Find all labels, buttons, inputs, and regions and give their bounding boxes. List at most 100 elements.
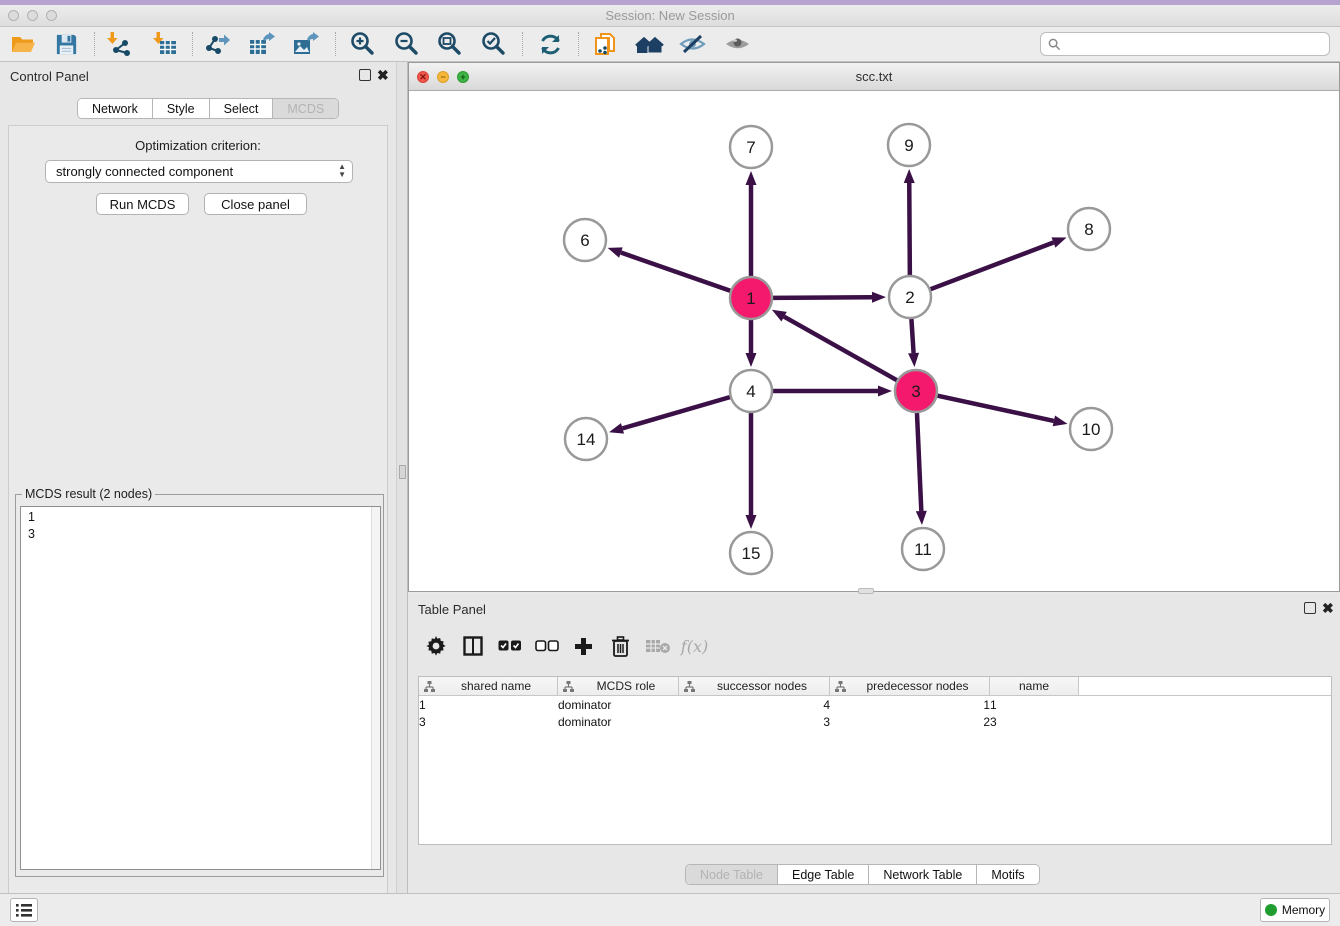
table-cell[interactable]: 4 [679, 696, 830, 713]
graph-edge-arrow [916, 511, 927, 525]
table-cell[interactable]: 3 [990, 713, 1079, 730]
tab-network[interactable]: Network [78, 99, 153, 118]
table-cell[interactable]: dominator [558, 696, 679, 713]
graph-edge-3-10[interactable] [937, 396, 1053, 421]
splitter-grip[interactable] [399, 465, 406, 479]
column-header-MCDS-role[interactable]: MCDS role [558, 677, 679, 695]
close-window-button[interactable] [8, 10, 19, 21]
graph-node-2[interactable]: 2 [889, 276, 931, 318]
tab-motifs[interactable]: Motifs [977, 865, 1038, 884]
deselect-all-checkboxes-icon[interactable] [528, 630, 565, 662]
export-network-icon[interactable] [201, 29, 235, 59]
graph-edge-3-1[interactable] [784, 317, 897, 381]
optimization-criterion-select[interactable]: strongly connected component ▲▼ [45, 160, 353, 183]
table-cell[interactable]: 1 [419, 696, 558, 713]
toolbar-separator [578, 32, 579, 56]
save-session-icon[interactable] [49, 29, 83, 59]
network-minimize-button[interactable]: − [437, 71, 449, 83]
column-header-predecessor-nodes[interactable]: predecessor nodes [830, 677, 990, 695]
tab-edge-table[interactable]: Edge Table [778, 865, 869, 884]
graph-node-label: 14 [577, 430, 596, 449]
graph-node-14[interactable]: 14 [565, 418, 607, 460]
table-cell[interactable]: dominator [558, 713, 679, 730]
table-row[interactable]: 1dominator411 [419, 696, 1331, 713]
table-cell[interactable]: 3 [419, 713, 558, 730]
search-box[interactable] [1040, 32, 1330, 56]
graph-node-8[interactable]: 8 [1068, 208, 1110, 250]
tab-style[interactable]: Style [153, 99, 210, 118]
import-network-icon[interactable] [102, 29, 136, 59]
titlebar[interactable]: Session: New Session [0, 5, 1340, 27]
add-column-icon[interactable] [565, 630, 602, 662]
close-table-panel-icon[interactable]: ✖ [1322, 600, 1334, 616]
delete-column-icon[interactable] [602, 630, 639, 662]
zoom-window-button[interactable] [46, 10, 57, 21]
table-cell[interactable]: 2 [830, 713, 990, 730]
zoom-selected-icon[interactable] [476, 29, 510, 59]
network-window-titlebar[interactable]: ✕ − + scc.txt [409, 63, 1339, 91]
graph-edge-2-3[interactable] [911, 319, 913, 353]
selected-option: strongly connected component [56, 164, 233, 179]
graph-node-15[interactable]: 15 [730, 532, 772, 574]
split-columns-icon[interactable] [454, 630, 491, 662]
open-folder-icon[interactable] [6, 29, 40, 59]
run-mcds-button[interactable]: Run MCDS [96, 193, 189, 215]
control-panel-tabs: Network Style Select MCDS [77, 98, 339, 119]
minimize-window-button[interactable] [27, 10, 38, 21]
close-panel-icon[interactable]: ✖ [377, 67, 389, 83]
tab-node-table[interactable]: Node Table [686, 865, 778, 884]
copy-network-icon[interactable] [588, 29, 622, 59]
graph-edge-4-14[interactable] [622, 397, 729, 428]
graph-node-1[interactable]: 1 [730, 277, 772, 319]
gear-icon[interactable] [417, 630, 454, 662]
vertical-splitter[interactable] [396, 62, 408, 893]
task-history-button[interactable] [10, 898, 38, 922]
column-header-successor-nodes[interactable]: successor nodes [679, 677, 830, 695]
result-scrollbar[interactable] [371, 507, 380, 869]
graph-edge-2-9[interactable] [909, 183, 910, 275]
memory-button[interactable]: Memory [1260, 898, 1330, 922]
refresh-layout-icon[interactable] [533, 29, 567, 59]
export-table-icon[interactable] [244, 29, 278, 59]
graph-node-6[interactable]: 6 [564, 219, 606, 261]
table-cell[interactable]: 1 [990, 696, 1079, 713]
network-close-button[interactable]: ✕ [417, 71, 429, 83]
search-input[interactable] [1066, 37, 1329, 51]
hide-eye-icon[interactable] [675, 29, 709, 59]
tab-mcds[interactable]: MCDS [273, 99, 338, 118]
float-table-panel-icon[interactable] [1304, 602, 1316, 614]
close-panel-button[interactable]: Close panel [204, 193, 307, 215]
network-canvas[interactable]: 7 9 6 8 1 2 4 3 14 10 15 11 [409, 91, 1339, 591]
graph-node-9[interactable]: 9 [888, 124, 930, 166]
graph-node-7[interactable]: 7 [730, 126, 772, 168]
show-eye-icon[interactable] [720, 29, 754, 59]
float-panel-icon[interactable] [359, 69, 371, 81]
graph-node-4[interactable]: 4 [730, 370, 772, 412]
zoom-in-icon[interactable] [345, 29, 379, 59]
graph-node-label: 7 [746, 138, 755, 157]
zoom-fit-icon[interactable] [432, 29, 466, 59]
graph-edge-3-11[interactable] [917, 413, 921, 511]
table-cell[interactable]: 1 [830, 696, 990, 713]
graph-node-10[interactable]: 10 [1070, 408, 1112, 450]
network-maximize-button[interactable]: + [457, 71, 469, 83]
home-icon[interactable] [632, 29, 666, 59]
column-header-shared-name[interactable]: shared name [419, 677, 558, 695]
table-cell[interactable]: 3 [679, 713, 830, 730]
graph-edge-2-8[interactable] [931, 242, 1054, 289]
graph-edge-1-6[interactable] [621, 253, 730, 291]
graph-node-label: 11 [914, 540, 932, 559]
table-row[interactable]: 3dominator323 [419, 713, 1331, 730]
mcds-result-textarea[interactable]: 1 3 [20, 506, 381, 870]
select-all-checkboxes-icon[interactable] [491, 630, 528, 662]
tab-select[interactable]: Select [210, 99, 274, 118]
zoom-out-icon[interactable] [389, 29, 423, 59]
export-image-icon[interactable] [288, 29, 322, 59]
graph-node-3[interactable]: 3 [895, 370, 937, 412]
graph-node-11[interactable]: 11 [902, 528, 944, 570]
graph-edge-1-2[interactable] [773, 297, 872, 298]
search-icon [1048, 38, 1061, 51]
column-header-name[interactable]: name [990, 677, 1079, 695]
tab-network-table[interactable]: Network Table [869, 865, 977, 884]
import-table-icon[interactable] [148, 29, 182, 59]
